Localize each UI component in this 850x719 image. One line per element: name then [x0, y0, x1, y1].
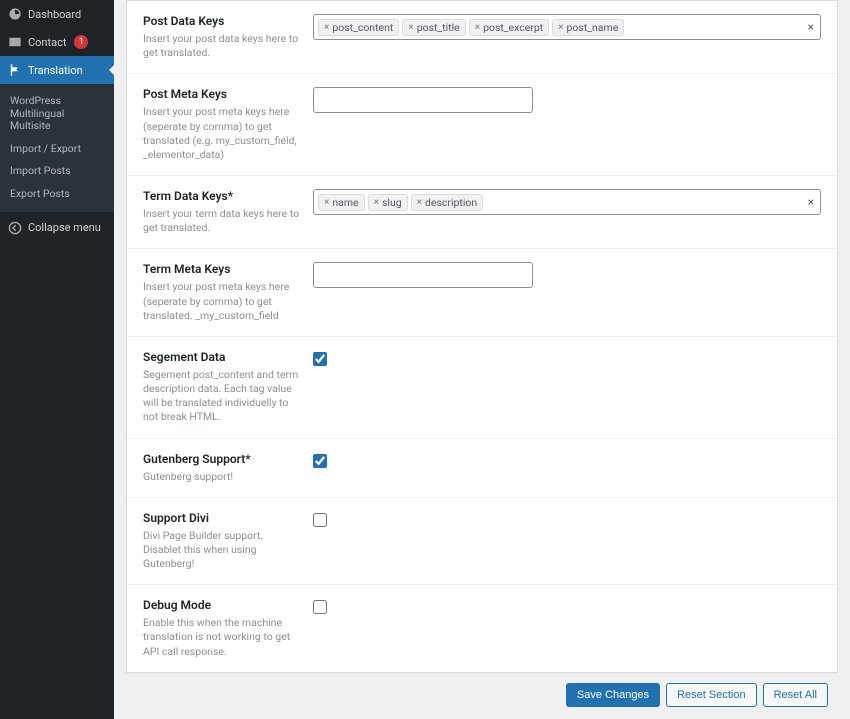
- collapse-icon: [8, 221, 22, 235]
- sidebar-item-translation[interactable]: Translation: [0, 56, 114, 84]
- tag[interactable]: ×slug: [368, 194, 408, 211]
- clear-all-icon[interactable]: ×: [808, 20, 814, 34]
- field-label: Post Data Keys: [143, 14, 301, 28]
- field-desc: Segement post_content and term descripti…: [143, 368, 301, 425]
- reset-section-button[interactable]: Reset Section: [666, 683, 756, 707]
- field-desc: Insert your post data keys here to get t…: [143, 32, 301, 60]
- sidebar-item-label: Contact: [28, 36, 66, 49]
- support-divi-checkbox[interactable]: [313, 513, 327, 527]
- tag[interactable]: ×post_name: [552, 19, 624, 36]
- sidebar-item-contact[interactable]: Contact 1: [0, 28, 114, 56]
- reset-all-button[interactable]: Reset All: [763, 683, 828, 707]
- field-desc: Gutenberg support!: [143, 470, 301, 484]
- footer-text: [126, 711, 838, 719]
- field-desc: Insert your post meta keys here (seperat…: [143, 280, 301, 323]
- remove-tag-icon[interactable]: ×: [408, 22, 413, 33]
- post-data-keys-input[interactable]: ×post_content ×post_title ×post_excerpt …: [313, 14, 821, 40]
- tag[interactable]: ×post_content: [318, 19, 399, 36]
- remove-tag-icon[interactable]: ×: [475, 22, 480, 33]
- sidebar-item-label: Dashboard: [28, 8, 81, 21]
- remove-tag-icon[interactable]: ×: [374, 197, 379, 208]
- save-changes-button[interactable]: Save Changes: [566, 683, 660, 707]
- submenu-item-import-posts[interactable]: Import Posts: [0, 160, 114, 183]
- collapse-menu-button[interactable]: Collapse menu: [0, 214, 114, 242]
- field-label: Segement Data: [143, 350, 301, 364]
- field-label: Debug Mode: [143, 598, 301, 612]
- segment-data-checkbox[interactable]: [313, 352, 327, 366]
- field-desc: Insert your term data keys here to get t…: [143, 207, 301, 235]
- remove-tag-icon[interactable]: ×: [558, 22, 563, 33]
- tag[interactable]: ×post_excerpt: [469, 19, 549, 36]
- field-desc: Divi Page Builder support. Disablet this…: [143, 529, 301, 572]
- field-label: Term Data Keys*: [143, 189, 301, 203]
- tag[interactable]: ×description: [411, 194, 484, 211]
- field-label: Support Divi: [143, 511, 301, 525]
- term-data-keys-input[interactable]: ×name ×slug ×description ×: [313, 189, 821, 215]
- remove-tag-icon[interactable]: ×: [417, 197, 422, 208]
- field-desc: Insert your post meta keys here (seperat…: [143, 105, 301, 162]
- field-label: Gutenberg Support*: [143, 452, 301, 466]
- debug-mode-checkbox[interactable]: [313, 600, 327, 614]
- sidebar-item-label: Translation: [28, 64, 83, 77]
- notification-badge: 1: [74, 35, 88, 49]
- term-meta-keys-input[interactable]: [313, 262, 533, 288]
- collapse-label: Collapse menu: [28, 221, 101, 234]
- submenu-item-wp-multisite[interactable]: WordPress Multilingual Multisite: [0, 90, 114, 138]
- mail-icon: [8, 35, 22, 49]
- field-desc: Enable this when the machine translation…: [143, 616, 301, 659]
- sidebar-item-dashboard[interactable]: Dashboard: [0, 0, 114, 28]
- gutenberg-support-checkbox[interactable]: [313, 454, 327, 468]
- dashboard-icon: [8, 7, 22, 21]
- submenu-item-import-export[interactable]: Import / Export: [0, 138, 114, 161]
- remove-tag-icon[interactable]: ×: [324, 197, 329, 208]
- tag[interactable]: ×name: [318, 194, 365, 211]
- clear-all-icon[interactable]: ×: [808, 195, 814, 209]
- flag-icon: [8, 63, 22, 77]
- submenu-item-export-posts[interactable]: Export Posts: [0, 183, 114, 206]
- field-label: Term Meta Keys: [143, 262, 301, 276]
- tag[interactable]: ×post_title: [402, 19, 465, 36]
- post-meta-keys-input[interactable]: [313, 87, 533, 113]
- sidebar-submenu: WordPress Multilingual Multisite Import …: [0, 84, 114, 212]
- remove-tag-icon[interactable]: ×: [324, 22, 329, 33]
- field-label: Post Meta Keys: [143, 87, 301, 101]
